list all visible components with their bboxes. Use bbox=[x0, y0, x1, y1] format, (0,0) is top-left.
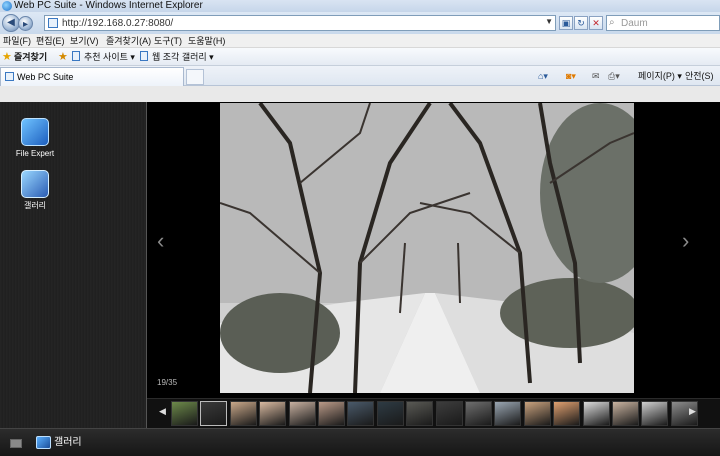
gallery-viewer: ‹ › 19/35 ◀ ▶ bbox=[146, 102, 720, 428]
gallery-icon bbox=[36, 436, 51, 449]
favorites-bar: ★ 즐겨찾기 ★ 추천 사이트 ▾ 웹 조각 갤러리 ▾ bbox=[0, 48, 720, 66]
favorites-button[interactable]: 즐겨찾기 bbox=[14, 51, 47, 63]
forward-arrow-icon: ▸ bbox=[22, 19, 29, 30]
menu-view[interactable]: 보기(V) bbox=[70, 34, 99, 48]
title-bar: Web PC Suite - Windows Internet Explorer bbox=[0, 0, 720, 12]
ie-logo-icon bbox=[2, 1, 12, 11]
show-desktop-icon[interactable] bbox=[10, 439, 22, 448]
desktop-icon-file-expert[interactable]: File Expert bbox=[0, 118, 70, 159]
address-toolbar: ◀ ▸ http://192.168.0.27:8080/ ▼ ▣ ↻ ✕ ⌕ … bbox=[0, 12, 720, 34]
menu-tools[interactable]: 도구(T) bbox=[154, 34, 182, 48]
tab-label: Web PC Suite bbox=[17, 72, 74, 82]
gallery-icon bbox=[21, 170, 49, 198]
thumbnail-item[interactable] bbox=[553, 401, 581, 426]
menu-favorites[interactable]: 즐겨찾기(A) bbox=[106, 34, 151, 48]
photo-main bbox=[220, 103, 634, 393]
fav-web-slice-gallery[interactable]: 웹 조각 갤러리 ▾ bbox=[152, 51, 214, 63]
desktop-icon-label: 갤러리 bbox=[23, 201, 47, 210]
stop-icon[interactable]: ✕ bbox=[589, 16, 603, 30]
file-expert-icon bbox=[21, 118, 49, 146]
thumbnail-item[interactable] bbox=[406, 401, 434, 426]
thumbnail-next-button[interactable]: ▶ bbox=[689, 406, 696, 417]
previous-photo-button[interactable]: ‹ bbox=[157, 230, 164, 252]
tab-web-pc-suite[interactable]: Web PC Suite bbox=[0, 67, 184, 86]
back-arrow-icon: ◀ bbox=[7, 17, 15, 28]
add-favorite-icon[interactable]: ★ bbox=[58, 51, 68, 63]
thumbnail-item[interactable] bbox=[347, 401, 375, 426]
thumbnail-item[interactable] bbox=[465, 401, 492, 426]
taskbar-item-gallery[interactable]: 갤러리 bbox=[32, 433, 140, 453]
chevron-down-icon[interactable]: ▼ bbox=[545, 17, 553, 26]
menu-edit[interactable]: 편집(E) bbox=[36, 34, 65, 48]
thumbnail-item[interactable] bbox=[318, 401, 345, 426]
search-icon: ⌕ bbox=[609, 17, 615, 28]
fav-suggested-sites[interactable]: 추천 사이트 ▾ bbox=[84, 51, 135, 63]
desktop-panel: File Expert 갤러리 bbox=[0, 102, 146, 428]
thumbnail-strip: ◀ ▶ bbox=[147, 398, 720, 428]
thumbnail-item[interactable] bbox=[435, 401, 463, 426]
thumbnail-item[interactable] bbox=[494, 401, 522, 426]
taskbar-item-label: 갤러리 bbox=[54, 437, 82, 448]
taskbar: 갤러리 bbox=[0, 428, 720, 456]
thumbnail-item[interactable] bbox=[200, 401, 228, 426]
compat-view-icon[interactable]: ▣ bbox=[559, 16, 573, 30]
tab-row: Web PC Suite ⌂▾ ◙▾ ✉ ⎙▾ 페이지(P) ▾ 안전(S) ▾ bbox=[0, 66, 720, 93]
thumbnail-item[interactable] bbox=[523, 401, 551, 426]
next-photo-button[interactable]: › bbox=[682, 230, 689, 252]
address-input[interactable]: http://192.168.0.27:8080/ ▼ bbox=[44, 15, 556, 31]
desktop-icon-gallery[interactable]: 갤러리 bbox=[0, 170, 70, 211]
page-menu[interactable]: 페이지(P) ▾ bbox=[638, 70, 682, 82]
refresh-icon[interactable]: ↻ bbox=[574, 16, 588, 30]
page-icon bbox=[140, 51, 148, 61]
menu-bar: 파일(F) 편집(E) 보기(V) 즐겨찾기(A) 도구(T) 도움말(H) bbox=[0, 34, 720, 48]
address-url: http://192.168.0.27:8080/ bbox=[62, 18, 174, 29]
menu-help[interactable]: 도움말(H) bbox=[188, 34, 225, 48]
thumbnail-prev-button[interactable]: ◀ bbox=[159, 406, 166, 417]
window-title: Web PC Suite - Windows Internet Explorer bbox=[14, 0, 203, 11]
thumbnail-item[interactable] bbox=[259, 401, 287, 426]
thumbnail-item[interactable] bbox=[612, 401, 639, 426]
desktop-icon-label: File Expert bbox=[15, 149, 55, 158]
thumbnail-item[interactable] bbox=[171, 401, 198, 426]
home-icon[interactable]: ⌂▾ bbox=[538, 70, 548, 82]
thumbnail-item[interactable] bbox=[376, 401, 404, 426]
feeds-icon[interactable]: ◙▾ bbox=[566, 70, 576, 82]
page-icon bbox=[72, 51, 80, 61]
mail-icon[interactable]: ✉ bbox=[592, 70, 600, 82]
favorites-star-icon: ★ bbox=[2, 51, 12, 63]
menu-file[interactable]: 파일(F) bbox=[3, 34, 31, 48]
thumbnail-item[interactable] bbox=[641, 401, 669, 426]
forward-button[interactable]: ▸ bbox=[18, 16, 33, 31]
new-tab-button[interactable] bbox=[186, 69, 204, 85]
print-icon[interactable]: ⎙▾ bbox=[608, 70, 620, 82]
search-input[interactable]: ⌕ Daum bbox=[606, 15, 720, 31]
thumbnail-item[interactable] bbox=[229, 401, 257, 426]
page-icon bbox=[5, 72, 14, 81]
search-placeholder: Daum bbox=[621, 18, 648, 29]
photo-counter: 19/35 bbox=[157, 378, 178, 387]
thumbnail-item[interactable] bbox=[288, 401, 316, 426]
thumbnail-item[interactable] bbox=[582, 401, 610, 426]
page-top-strip bbox=[0, 86, 720, 102]
page-icon bbox=[48, 18, 58, 28]
